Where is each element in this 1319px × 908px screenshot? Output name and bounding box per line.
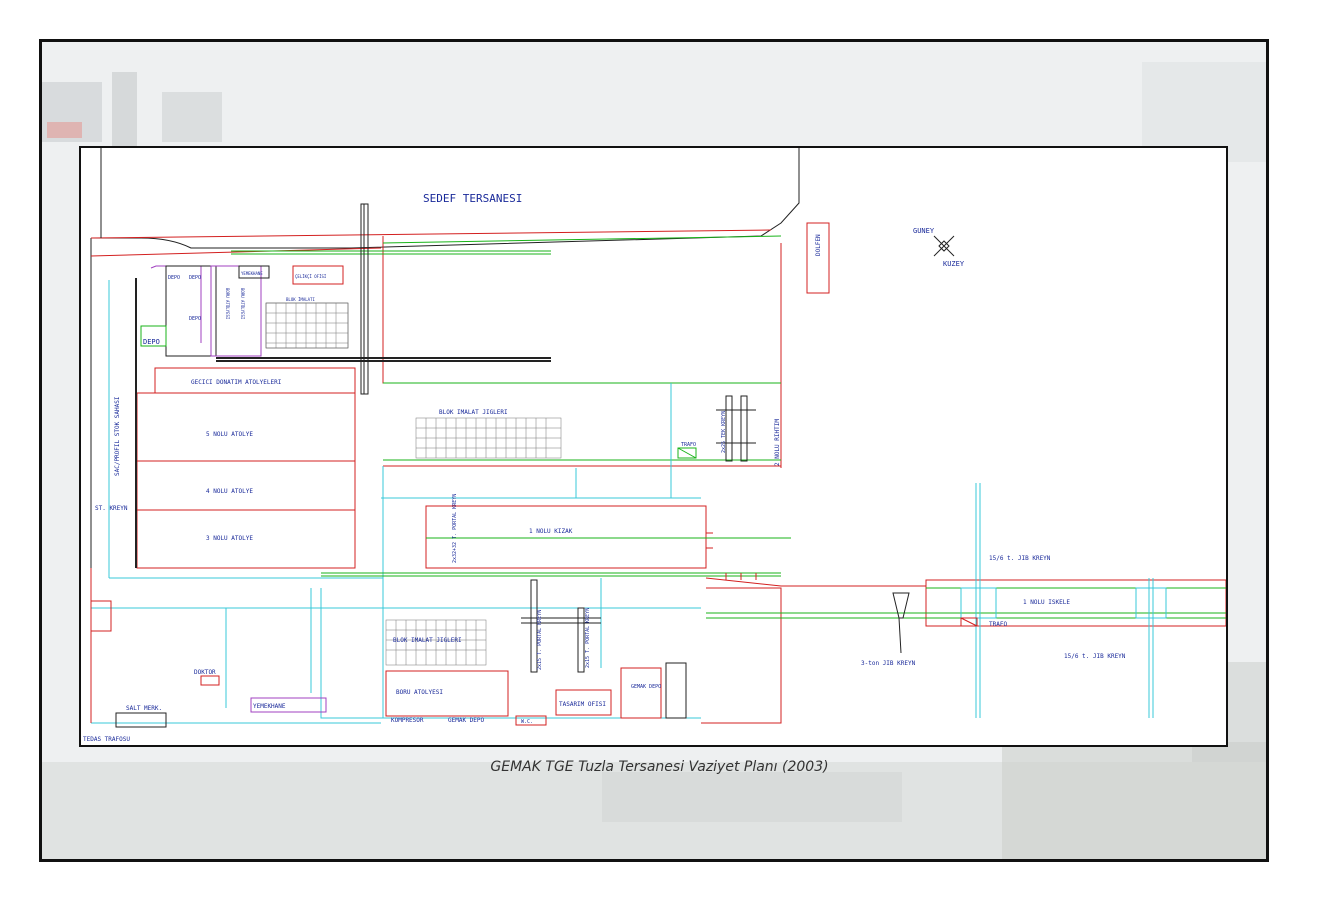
label-gemak-depo: GEMAK DEPO: [448, 717, 485, 724]
gemak-warehouse-building: [620, 667, 662, 719]
label-gemak-depo-box: GEMAK DEPO: [631, 684, 661, 690]
label-trafo1: TRAFO: [681, 442, 696, 448]
label-tek-kreyn: 2x25 TEK KREYN: [721, 411, 727, 453]
label-sedef: SEDEF TERSANESI: [423, 192, 522, 205]
label-kizak: 1 NOLU KIZAK: [529, 528, 573, 535]
label-kompresor: KOMPRESOR: [391, 717, 424, 724]
label-portal2: 2x15 T. PORTAL KREYN: [537, 610, 543, 670]
label-salt: SALT MERK.: [126, 705, 162, 712]
label-wc: W.C.: [521, 719, 533, 725]
pipe-workshop-top: [210, 265, 262, 357]
top-jig-grid: [265, 302, 349, 349]
label-depo1: DEPO: [168, 275, 180, 281]
label-gecici: GECICI DONATIM ATOLYELERI: [191, 379, 282, 386]
label-blok-small: BLOK İMALATI: [286, 297, 315, 302]
label-doktor: DOKTOR: [194, 669, 216, 676]
dolphin-structure: [806, 222, 830, 294]
label-nolu4: 4 NOLU ATOLYE: [206, 488, 253, 495]
label-nolu5: 5 NOLU ATOLYE: [206, 431, 253, 438]
label-sac-profil: SAC/PROFIL STOK SAHASI: [114, 396, 121, 476]
label-tasarim: TASARIM OFISI: [559, 701, 606, 708]
label-blok-imalat-top: BLOK IMALAT JIGLERI: [439, 409, 508, 416]
pier-outline: [925, 579, 1226, 627]
label-depo3: DEPO: [189, 316, 201, 322]
slipway-outline: [425, 505, 707, 569]
figure-caption: GEMAK TGE Tuzla Tersanesi Vaziyet Planı …: [490, 759, 829, 775]
label-kuzey: KUZEY: [943, 260, 965, 268]
label-portal1: 2x32+32 T. PORTAL KREYN: [452, 494, 458, 563]
label-guney: GUNEY: [913, 227, 935, 235]
label-dolfen: DOLFEN: [815, 234, 822, 256]
site-plan-svg: SEDEF TERSANESI GUNEY KUZEY DOLFEN DEPO …: [83, 148, 1226, 743]
label-nolu3: 3 NOLU ATOLYE: [206, 535, 253, 542]
block-jig-grid-top: [415, 417, 562, 459]
label-jib1: 15/6 t. JIB KREYN: [989, 555, 1051, 562]
label-trafo2: TRAFO: [989, 621, 1007, 628]
label-depo-side: DEPO: [143, 338, 160, 346]
site-plan-drawing: SEDEF TERSANESI GUNEY KUZEY DOLFEN DEPO …: [79, 146, 1228, 747]
label-yemekhane: YEMEKHANE: [253, 703, 286, 710]
label-celik-ofisi: ÇELİKÇİ OFİSİ: [295, 274, 327, 279]
compass-rose: [933, 235, 955, 257]
label-depo2: DEPO: [189, 275, 201, 281]
label-rihtim: 2 NOLU RIHTIM: [774, 419, 781, 466]
label-portal3: 2x15 T. PORTAL KREYN: [585, 608, 591, 668]
label-boru-atolyesi: BORU ATOLYESI: [396, 689, 443, 696]
label-blok-imalat-bottom: BLOK IMALAT JIGLERI: [393, 637, 462, 644]
label-boru-atolyesi-v: BORU ATÖLYESİ: [225, 288, 230, 320]
label-iskele: 1 NOLU ISKELE: [1023, 599, 1070, 606]
label-jib3: 3-ton JIB KREYN: [861, 660, 916, 667]
label-tedas: TEDAS TRAFOSU: [83, 736, 130, 743]
label-yemekhane-top: YEMEKHANE: [241, 271, 263, 276]
label-jib2: 15/6 t. JIB KREYN: [1064, 653, 1126, 660]
label-boru-atolyesi-v2: BORU ATÖLYESİ: [240, 288, 245, 320]
label-st-kreyn: ST. KREYN: [95, 505, 128, 512]
